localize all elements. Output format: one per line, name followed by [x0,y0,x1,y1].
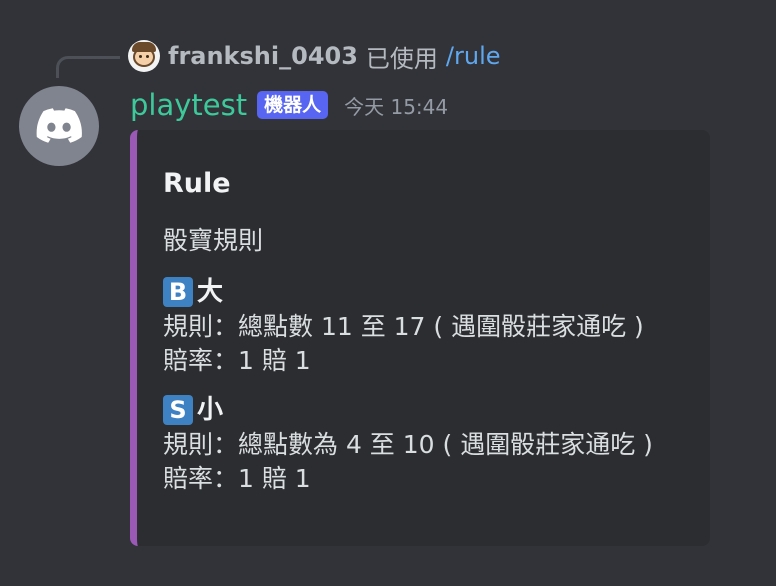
field-name: 大 [197,277,224,307]
field-odds-text: 賠率：1 賠 1 [163,464,311,493]
bot-username[interactable]: playtest [130,88,247,122]
message-timestamp[interactable]: 今天 15:44 [344,91,448,120]
field-rule-text: 規則：總點數 11 至 17 ( 遇圍骰莊家通吃 ) [163,312,644,341]
bot-avatar[interactable] [19,86,99,166]
embed-field-small: S 小 規則：總點數為 4 至 10 ( 遇圍骰莊家通吃 ) 賠率：1 賠 1 [163,392,690,496]
rule-embed: Rule 骰寶規則 B 大 規則：總點數 11 至 17 ( 遇圍骰莊家通吃 )… [130,130,710,546]
embed-title: Rule [163,168,231,199]
reply-connector-line [56,56,120,78]
reply-username[interactable]: frankshi_0403 [168,42,358,70]
regional-indicator-b-icon: B [163,277,193,307]
message-container: frankshi_0403 已使用 /rule playtest 機器人 今天 … [0,0,776,586]
field-name: 小 [197,395,224,425]
field-rule-text: 規則：總點數為 4 至 10 ( 遇圍骰莊家通吃 ) [163,430,653,459]
embed-field-big: B 大 規則：總點數 11 至 17 ( 遇圍骰莊家通吃 ) 賠率：1 賠 1 [163,274,690,378]
reply-used-text: 已使用 [365,44,438,73]
field-odds-text: 賠率：1 賠 1 [163,346,311,375]
reply-reference[interactable]: frankshi_0403 已使用 /rule [128,38,501,74]
regional-indicator-s-icon: S [163,395,193,425]
bot-badge: 機器人 [257,91,329,119]
discord-logo-icon [36,108,82,143]
reply-command[interactable]: /rule [446,42,501,70]
reply-user-avatar[interactable] [128,40,160,72]
embed-description: 骰寶規則 [163,226,264,255]
message-header: playtest 機器人 今天 15:44 [130,86,448,124]
